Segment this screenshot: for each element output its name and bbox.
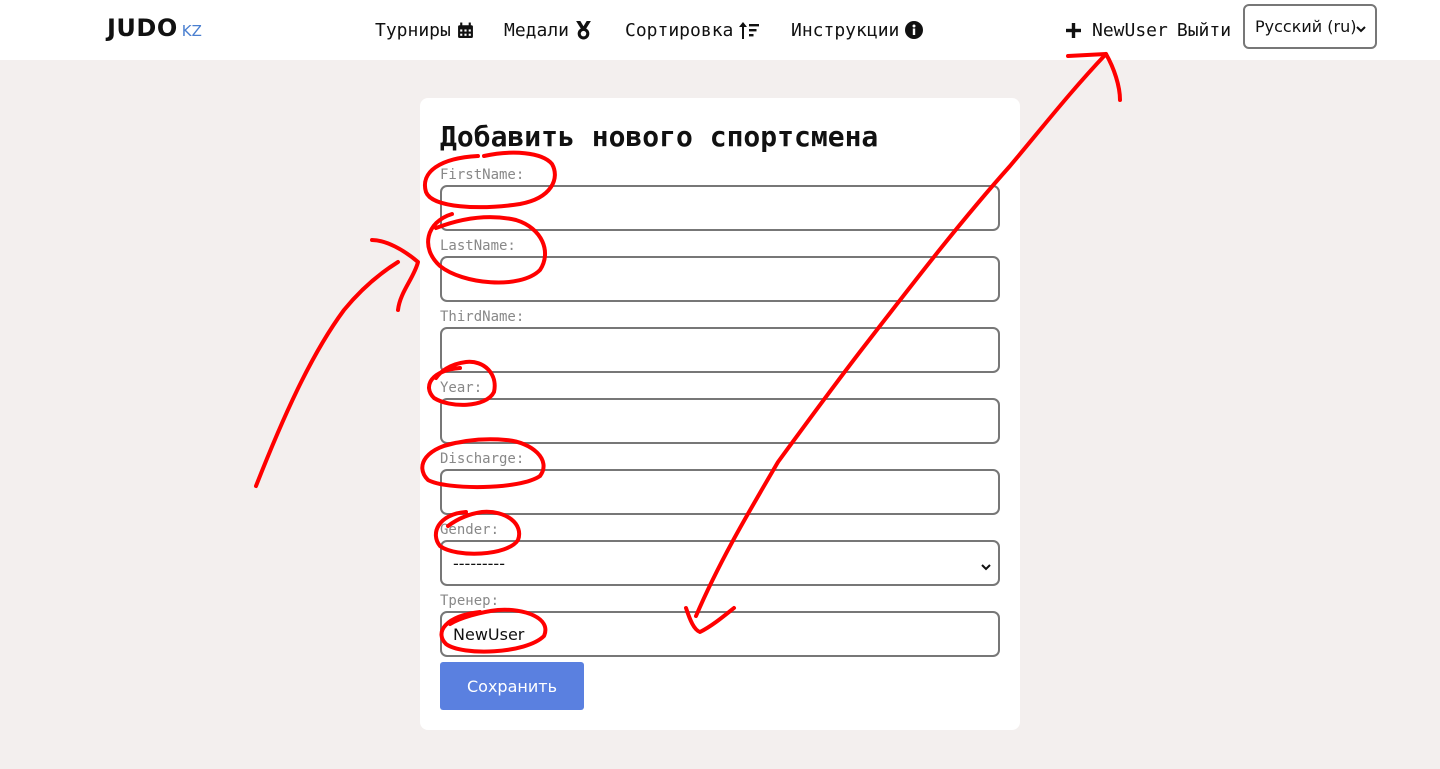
nav-tournaments-label: Турниры [375, 19, 451, 41]
nav-sorting-label: Сортировка [625, 19, 734, 41]
nav-medals-label: Медали [504, 19, 570, 41]
coach-label: Тренер: [440, 593, 500, 609]
chevron-down-icon [1355, 20, 1367, 39]
plus-icon[interactable] [1066, 22, 1081, 38]
discharge-input[interactable] [440, 469, 1000, 515]
username-link[interactable]: NewUser [1092, 20, 1168, 41]
thirdname-label: ThirdName: [440, 309, 525, 325]
coach-input[interactable]: NewUser [440, 611, 1000, 657]
language-select[interactable]: Русский (ru) [1243, 4, 1377, 49]
nav-sorting[interactable]: Сортировка [625, 0, 760, 60]
annotation-arrow-long-tail-head [1066, 52, 1122, 102]
logout-link[interactable]: Выйти [1177, 20, 1231, 41]
save-button[interactable]: Сохранить [440, 662, 584, 710]
year-input[interactable] [440, 398, 1000, 444]
info-icon [905, 21, 924, 39]
user-area: NewUser Выйти [1066, 0, 1231, 60]
thirdname-input[interactable] [440, 327, 1000, 373]
discharge-label: Discharge: [440, 451, 525, 467]
annotation-arrow-left-head [370, 238, 420, 312]
nav-instructions[interactable]: Инструкции [791, 0, 924, 60]
chevron-down-icon [980, 558, 992, 577]
year-label: Year: [440, 380, 483, 396]
gender-select[interactable]: --------- [440, 540, 1000, 586]
page-title: Добавить нового спортсмена [440, 120, 879, 153]
logo-main-text: JUDO [107, 14, 178, 42]
gender-select-value: --------- [453, 553, 505, 573]
firstname-label: FirstName: [440, 167, 525, 183]
add-athlete-card: Добавить нового спортсмена FirstName: La… [420, 98, 1020, 730]
nav-medals[interactable]: Медали [504, 0, 592, 60]
top-navbar: JUDO KZ Турниры Медали Сортировка Инстру… [0, 0, 1440, 60]
firstname-input[interactable] [440, 185, 1000, 231]
site-logo[interactable]: JUDO KZ [107, 14, 202, 42]
logo-sub-text: KZ [181, 22, 202, 40]
lastname-label: LastName: [440, 238, 516, 254]
gender-label: Gender: [440, 522, 500, 538]
nav-instructions-label: Инструкции [791, 19, 900, 41]
language-select-value: Русский (ru) [1255, 17, 1357, 36]
medal-icon [575, 20, 592, 40]
nav-tournaments[interactable]: Турниры [375, 0, 474, 60]
annotation-arrow-left-line [254, 260, 400, 488]
lastname-input[interactable] [440, 256, 1000, 302]
sort-icon [739, 21, 760, 39]
calendar-icon [457, 22, 474, 39]
